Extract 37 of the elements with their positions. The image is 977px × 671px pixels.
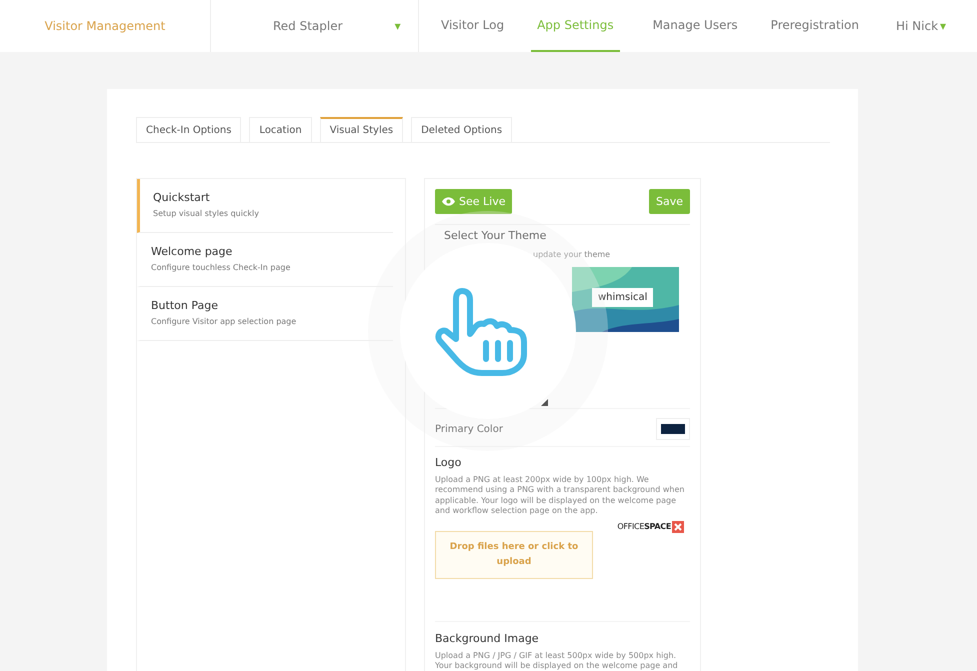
- tab[interactable]: Deleted Options: [411, 117, 512, 142]
- location-label[interactable]: Red Stapler: [273, 19, 343, 33]
- nav-link[interactable]: App Settings: [531, 0, 620, 52]
- logo-help-text: Upload a PNG at least 200px wide by 100px high. We recommend using a PNG with a transparent background when applicable. Your logo will be displayed on the welcome page and workflow selection page on the app.: [435, 475, 686, 517]
- tab[interactable]: Location: [249, 117, 312, 142]
- primary-color-label: Primary Color: [435, 424, 503, 434]
- color-swatch[interactable]: [656, 418, 690, 440]
- caret-icon[interactable]: ▾: [940, 0, 946, 52]
- theme-hint: update your theme: [533, 250, 612, 259]
- theme-preview[interactable]: whimsical: [572, 267, 679, 332]
- x-mark-icon: [672, 520, 684, 533]
- section-title: Quickstart: [153, 191, 211, 204]
- section-item[interactable]: Quickstart Setup visual styles quickly: [137, 179, 393, 233]
- section-item[interactable]: Button Page Configure Visitor app selection page: [137, 287, 393, 341]
- tab[interactable]: Visual Styles: [320, 117, 404, 142]
- nav-link[interactable]: Preregistration: [770, 0, 859, 52]
- save-button[interactable]: Save: [648, 189, 690, 214]
- user-menu[interactable]: Hi Nick: [896, 0, 938, 52]
- background-help-text: Upload a PNG / JPG / GIF at least 500px wide by 500px high. Your background will be displayed on the welcome page and: [435, 650, 679, 671]
- see-live-button[interactable]: See Live: [435, 189, 512, 214]
- logo-wordmark: OFFICESPACE: [617, 522, 671, 532]
- nav-link[interactable]: Visitor Log: [441, 0, 504, 52]
- caret-icon[interactable]: ▾: [394, 19, 401, 33]
- section-subtitle: Setup visual styles quickly: [153, 209, 260, 218]
- section-item[interactable]: Welcome page Configure touchless Check-In page: [137, 233, 393, 287]
- section-subtitle: Configure Visitor app selection page: [151, 317, 298, 326]
- logo-heading: Logo: [435, 456, 462, 469]
- section-title: Welcome page: [151, 245, 234, 258]
- nav-link[interactable]: Manage Users: [652, 0, 738, 52]
- section-subtitle: Configure touchless Check-In page: [151, 263, 292, 272]
- eye-icon: [442, 197, 455, 206]
- section-title: Button Page: [151, 299, 219, 312]
- theme-heading: Select Your Theme: [444, 229, 548, 242]
- theme-name: whimsical: [592, 288, 654, 307]
- background-heading: Background Image: [435, 632, 540, 645]
- tab[interactable]: Check-In Options: [136, 117, 242, 142]
- app-title[interactable]: Visitor Management: [44, 19, 166, 33]
